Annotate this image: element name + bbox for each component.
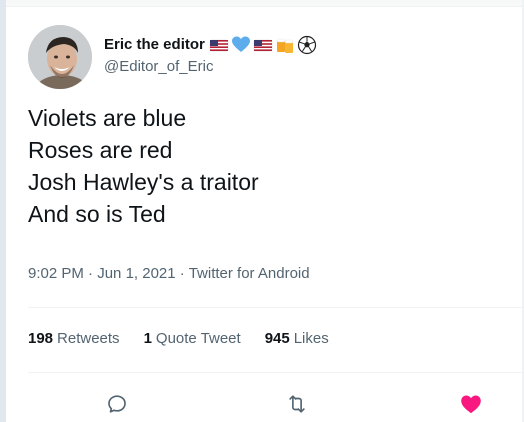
heart-filled-icon bbox=[461, 395, 481, 414]
meta-separator: · bbox=[179, 265, 189, 282]
like-button[interactable] bbox=[454, 387, 488, 421]
author-display-name[interactable]: Eric the editor bbox=[104, 35, 319, 55]
likes-stat[interactable]: 945 Likes bbox=[265, 329, 329, 349]
soccer-ball-icon bbox=[297, 35, 316, 55]
tweet-header: Eric the editor @Editor_of_Eric bbox=[28, 21, 498, 89]
tweet-card: Eric the editor @Editor_of_Eric Violets … bbox=[6, 7, 522, 422]
tweet-stats: 198 Retweets 1 Quote Tweet 945 Likes bbox=[28, 329, 353, 349]
quote-tweets-label: Quote Tweet bbox=[155, 330, 241, 347]
retweet-icon bbox=[289, 395, 305, 413]
tweet-actions bbox=[6, 387, 522, 421]
retweets-stat[interactable]: 198 Retweets bbox=[28, 329, 120, 349]
tweet-source[interactable]: Twitter for Android bbox=[189, 265, 310, 282]
quote-tweets-stat[interactable]: 1 Quote Tweet bbox=[144, 329, 241, 349]
us-flag-icon bbox=[209, 39, 229, 52]
tweet-date[interactable]: Jun 1, 2021 bbox=[97, 265, 175, 282]
reply-icon bbox=[108, 395, 126, 413]
retweets-count: 198 bbox=[28, 330, 54, 347]
us-flag-icon bbox=[253, 39, 273, 52]
divider bbox=[28, 307, 522, 308]
blue-heart-icon bbox=[231, 36, 250, 52]
retweet-button[interactable] bbox=[280, 387, 314, 421]
author-names: Eric the editor @Editor_of_Eric bbox=[104, 35, 319, 77]
tweet-text: Violets are blue Roses are red Josh Hawl… bbox=[28, 102, 259, 230]
reply-button[interactable] bbox=[100, 387, 134, 421]
tweet-text-line: Violets are blue bbox=[28, 105, 187, 131]
likes-label: Likes bbox=[293, 330, 329, 347]
tweet-text-line: And so is Ted bbox=[28, 201, 166, 227]
top-border bbox=[6, 0, 522, 7]
author-handle[interactable]: @Editor_of_Eric bbox=[104, 57, 319, 77]
tweet-text-line: Josh Hawley's a traitor bbox=[28, 169, 259, 195]
tweet-time[interactable]: 9:02 PM bbox=[28, 265, 84, 282]
tweet-meta: 9:02 PM · Jun 1, 2021 · Twitter for Andr… bbox=[28, 264, 310, 284]
avatar-image bbox=[28, 25, 92, 89]
divider bbox=[28, 372, 522, 373]
beer-mugs-icon bbox=[276, 38, 294, 53]
quote-tweets-count: 1 bbox=[143, 330, 152, 347]
tweet-text-line: Roses are red bbox=[28, 137, 173, 163]
display-name-text: Eric the editor bbox=[104, 36, 205, 53]
meta-separator: · bbox=[88, 265, 98, 282]
retweets-label: Retweets bbox=[57, 330, 120, 347]
avatar[interactable] bbox=[28, 25, 92, 89]
likes-count: 945 bbox=[264, 330, 290, 347]
